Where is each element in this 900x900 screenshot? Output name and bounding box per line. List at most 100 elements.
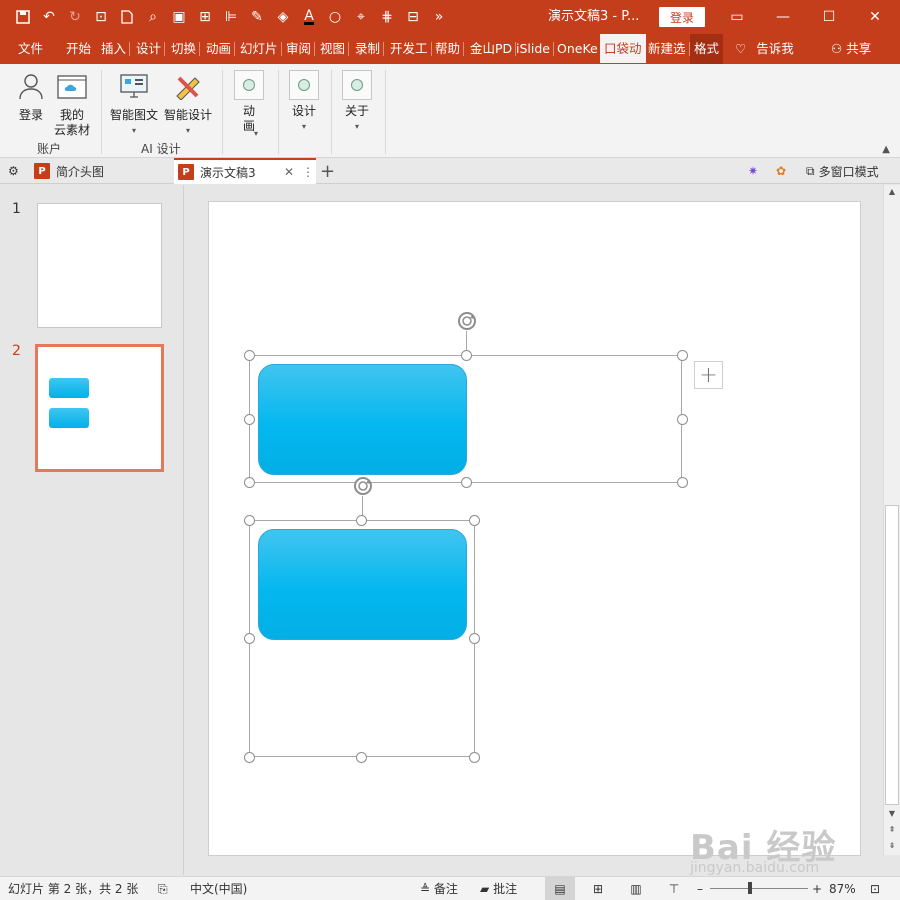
slideshow-start-icon[interactable]: ⊡ [88, 0, 114, 34]
my-cloud-material-button[interactable]: 我的 云素材 [52, 72, 92, 138]
resize-handle[interactable] [244, 515, 255, 526]
gear-icon[interactable]: ✿ [776, 158, 798, 184]
print-preview-icon[interactable]: ⌕ [140, 0, 166, 34]
zoom-out-icon[interactable]: – [697, 877, 703, 900]
resize-handle[interactable] [469, 515, 480, 526]
table-icon[interactable]: ⊞ [192, 0, 218, 34]
tell-me-search[interactable]: ♡ 告诉我 [735, 34, 794, 64]
zoom-in-icon[interactable]: + [812, 877, 822, 900]
tab-new-tab[interactable]: 新建选 [648, 34, 689, 64]
rounded-rectangle-shape-2[interactable] [258, 529, 467, 640]
tab-help[interactable]: 帮助 [435, 34, 465, 64]
fit-to-window-icon[interactable]: ⊡ [870, 877, 880, 900]
resize-handle[interactable] [356, 515, 367, 526]
zoom-slider-knob[interactable] [748, 882, 752, 894]
rotate-handle-icon[interactable] [352, 475, 374, 497]
slide-thumbnail-1[interactable] [37, 203, 162, 328]
rounded-rectangle-shape-1[interactable] [258, 364, 467, 475]
new-file-icon[interactable] [114, 0, 140, 34]
resize-handle[interactable] [677, 350, 688, 361]
spellcheck-icon[interactable]: ⎘ [158, 877, 168, 900]
multi-window-mode-button[interactable]: ⧉ 多窗口模式 [806, 158, 898, 184]
resize-handle[interactable] [244, 752, 255, 763]
tab-slideshow[interactable]: 幻灯片 [240, 34, 281, 64]
rotate-handle-icon[interactable] [456, 310, 478, 332]
minimize-button[interactable]: — [760, 0, 806, 34]
notes-button[interactable]: ≜ 备注 [420, 877, 458, 900]
tab-onekey[interactable]: OneKe [557, 34, 598, 64]
tab-format[interactable]: 格式 [690, 34, 724, 64]
close-tab-icon[interactable]: ✕ [284, 165, 294, 179]
tab-view[interactable]: 视图 [320, 34, 350, 64]
doc-tab-presentation3[interactable]: P 演示文稿3 ✕ ⋮ [174, 158, 316, 184]
more-commands-icon[interactable]: » [426, 0, 452, 34]
resize-handle[interactable] [469, 633, 480, 644]
resize-handle[interactable] [461, 350, 472, 361]
comments-button[interactable]: ▰ 批注 [480, 877, 517, 900]
tab-animations[interactable]: 动画 [206, 34, 236, 64]
zoom-slider-track[interactable] [710, 888, 808, 889]
ribbon-display-options-icon[interactable]: ▭ [714, 0, 760, 34]
slide-sorter-view-icon[interactable]: ⊞ [583, 877, 613, 900]
save-icon[interactable] [10, 0, 36, 34]
login-button[interactable]: 登录 [659, 7, 705, 27]
about-button[interactable]: 关于 ▾ [340, 70, 374, 134]
resize-handle[interactable] [469, 752, 480, 763]
scrollbar-thumb[interactable] [885, 505, 899, 805]
selection-icon[interactable]: ⌖ [348, 0, 374, 34]
scroll-up-icon[interactable]: ▲ [884, 187, 900, 196]
tab-insert[interactable]: 插入 [101, 34, 131, 64]
tab-file[interactable]: 文件 [18, 34, 43, 64]
tab-transitions[interactable]: 切换 [171, 34, 201, 64]
resize-handle[interactable] [677, 414, 688, 425]
tab-settings-icon[interactable]: ⚙ [8, 158, 32, 184]
close-button[interactable]: ✕ [852, 0, 898, 34]
maximize-button[interactable]: ☐ [806, 0, 852, 34]
fill-color-icon[interactable]: ◈ [270, 0, 296, 34]
ribbon-login-button[interactable]: 登录 [14, 72, 48, 123]
eyedropper-icon[interactable]: ✎ [244, 0, 270, 34]
slide-thumbnail-2[interactable] [35, 344, 164, 472]
tab-developer[interactable]: 开发工 [390, 34, 431, 64]
resize-handle[interactable] [461, 477, 472, 488]
distribute-icon[interactable]: ⋕ [374, 0, 400, 34]
design-button[interactable]: 设计 ▾ [287, 70, 321, 134]
resize-handle[interactable] [244, 414, 255, 425]
resize-handle[interactable] [244, 350, 255, 361]
resize-handle[interactable] [244, 477, 255, 488]
vertical-scrollbar[interactable]: ▲ ▼ ⇞ ⇟ [883, 185, 900, 855]
scroll-down-icon[interactable]: ▼ [884, 809, 900, 818]
tab-home[interactable]: 开始 [66, 34, 91, 64]
language-status[interactable]: 中文(中国) [190, 877, 247, 900]
tab-more-icon[interactable]: ⋮ [302, 165, 314, 179]
animation-button[interactable]: 动 画 ▾ [232, 70, 266, 138]
slideshow-view-icon[interactable]: ⊤ [659, 877, 689, 900]
previous-slide-icon[interactable]: ⇞ [884, 825, 900, 834]
shape-circle-icon[interactable]: ○ [322, 0, 348, 34]
align-icon[interactable]: ⊫ [218, 0, 244, 34]
collapse-ribbon-icon[interactable]: ▲ [882, 144, 890, 155]
resize-handle[interactable] [244, 633, 255, 644]
tab-review[interactable]: 审阅 [286, 34, 316, 64]
share-button[interactable]: ⚇ 共享 [831, 34, 871, 64]
new-tab-plus-icon[interactable]: + [320, 158, 340, 184]
undo-icon[interactable]: ↶ [36, 0, 62, 34]
smart-graphic-button[interactable]: 智能图文 ▾ [108, 72, 160, 138]
next-slide-icon[interactable]: ⇟ [884, 841, 900, 850]
doc-tab-intro[interactable]: P 简介头图 [34, 158, 172, 184]
resize-handle[interactable] [677, 477, 688, 488]
redo-icon[interactable]: ↻ [62, 0, 88, 34]
layout-options-plus-icon[interactable]: + [694, 361, 723, 389]
tab-design[interactable]: 设计 [136, 34, 166, 64]
normal-view-icon[interactable]: ▤ [545, 877, 575, 900]
magic-wand-icon[interactable]: ✷ [748, 158, 772, 184]
tab-islide[interactable]: iSlide [516, 34, 554, 64]
resize-handle[interactable] [356, 752, 367, 763]
reading-view-icon[interactable]: ▥ [621, 877, 651, 900]
group-icon[interactable]: ⊟ [400, 0, 426, 34]
tab-jinshan[interactable]: 金山PD [470, 34, 517, 64]
font-color-icon[interactable]: A [296, 0, 322, 34]
tab-pocket-animation[interactable]: 口袋动 [600, 34, 646, 63]
tab-record[interactable]: 录制 [355, 34, 385, 64]
picture-icon[interactable]: ▣ [166, 0, 192, 34]
